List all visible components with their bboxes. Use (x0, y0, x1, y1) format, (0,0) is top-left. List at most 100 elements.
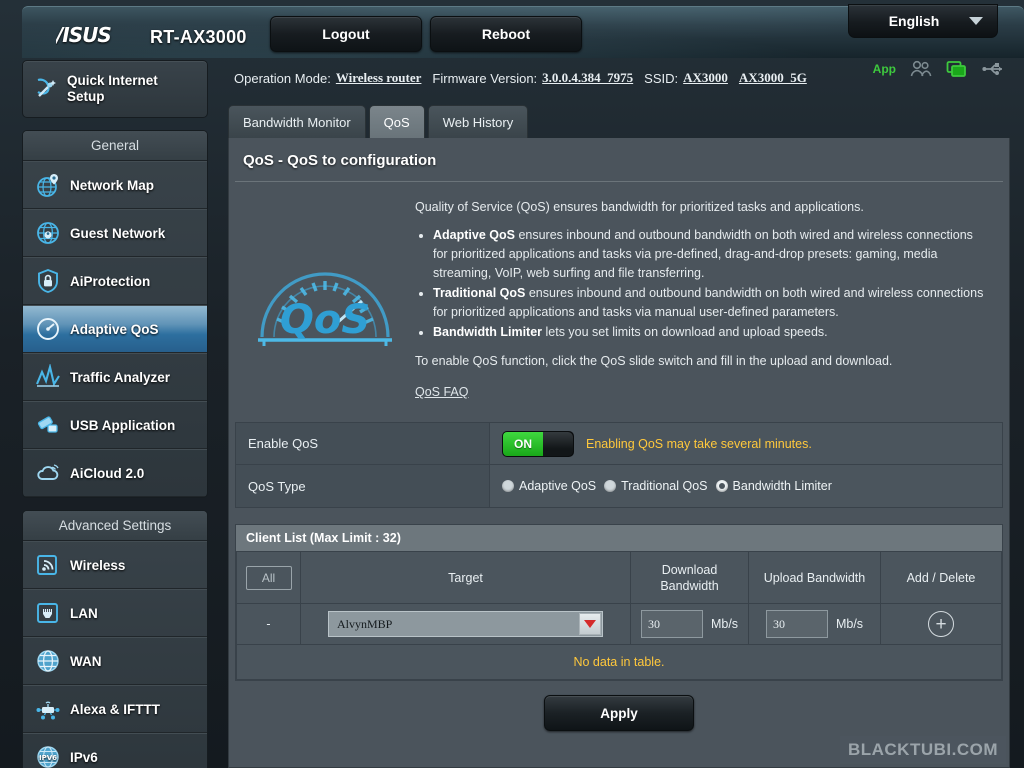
radio-label: Adaptive QoS (519, 479, 597, 493)
sidebar-item-quick-internet-setup[interactable]: Quick Internet Setup (22, 60, 208, 118)
radio-dot-icon (604, 480, 617, 492)
sidebar-label: Wireless (70, 557, 126, 573)
sidebar-item-aicloud[interactable]: AiCloud 2.0 (23, 449, 207, 497)
sidebar-item-guest-network[interactable]: Guest Network (23, 209, 207, 257)
client-list-table: All Target Download Bandwidth Upload Ban… (236, 551, 1002, 645)
target-select[interactable]: AlvynMBP (328, 611, 603, 637)
bullet-text: lets you set limits on download and uplo… (542, 325, 828, 339)
row-enable-qos: Enable QoS ON Enabling QoS may take seve… (236, 423, 1002, 465)
svg-text:/ISUS: /ISUS (56, 25, 111, 45)
sidebar-label: LAN (70, 605, 98, 621)
tab-bandwidth-monitor[interactable]: Bandwidth Monitor (228, 105, 366, 138)
logout-button[interactable]: Logout (270, 16, 422, 52)
usb-icon[interactable] (982, 60, 1004, 78)
all-button[interactable]: All (245, 565, 292, 590)
sidebar-label: AiCloud 2.0 (70, 465, 145, 481)
plus-circle-icon[interactable]: + (928, 611, 954, 637)
sidebar-label: IPv6 (70, 749, 98, 765)
tab-web-history[interactable]: Web History (427, 105, 529, 138)
toggle-on-label: ON (503, 431, 543, 456)
radio-traditional-qos[interactable]: Traditional QoS (604, 479, 708, 493)
shield-lock-icon (38, 268, 58, 293)
sidebar-item-wan[interactable]: WAN (23, 637, 207, 685)
enable-qos-controls: ON Enabling QoS may take several minutes… (490, 423, 1002, 464)
ssid-5ghz-value[interactable]: AX3000_5G (739, 70, 807, 86)
dropdown-arrow-button[interactable] (579, 613, 601, 635)
gauge-icon (37, 318, 59, 340)
download-unit: Mb/s (710, 617, 739, 631)
watermark: BLACKTUBI.COM (839, 736, 1006, 764)
sidebar-label: Network Map (70, 177, 155, 193)
toggle-knob (543, 431, 573, 456)
qos-type-options: Adaptive QoS Traditional QoS Bandwidth L… (490, 465, 1002, 507)
users-icon[interactable] (910, 60, 932, 78)
radio-dot-icon (502, 480, 514, 492)
sidebar-item-alexa-ifttt[interactable]: Alexa & IFTTT (23, 685, 207, 733)
sidebar-label: Alexa & IFTTT (70, 701, 161, 717)
description-bullets: Adaptive QoS ensures inbound and outboun… (433, 226, 985, 342)
bullet-traditional-qos: Traditional QoS ensures inbound and outb… (433, 284, 985, 322)
svg-text:IPV6: IPV6 (39, 754, 57, 762)
row-qos-type: QoS Type Adaptive QoS Traditional QoS Ba… (236, 465, 1002, 507)
apply-button[interactable]: Apply (544, 695, 694, 731)
monitor-screen-icon[interactable] (946, 60, 968, 78)
sidebar-label: Guest Network (70, 225, 166, 241)
ipv6-icon: IPV6 (37, 746, 59, 768)
radio-label: Traditional QoS (621, 479, 708, 493)
apply-button-wrap: Apply (229, 695, 1009, 731)
globe-icon (37, 650, 59, 672)
tab-bar: Bandwidth Monitor QoS Web History (224, 98, 1010, 138)
radio-bandwidth-limiter[interactable]: Bandwidth Limiter (715, 479, 832, 493)
ssid-24ghz-value[interactable]: AX3000 (683, 70, 728, 86)
qos-panel: QoS - QoS to configuration QoS Quality o… (228, 138, 1010, 768)
wireless-icon (37, 555, 57, 575)
bullet-bandwidth-limiter: Bandwidth Limiter lets you set limits on… (433, 323, 985, 342)
usb-application-icon (37, 416, 58, 433)
cell-add-delete: + (880, 603, 1002, 645)
sidebar-item-adaptive-qos[interactable]: Adaptive QoS (23, 305, 207, 353)
sidebar-item-wireless[interactable]: Wireless (23, 541, 207, 589)
router-model: RT-AX3000 (150, 27, 247, 47)
reboot-button[interactable]: Reboot (430, 16, 582, 52)
main-content: Bandwidth Monitor QoS Web History QoS - … (224, 98, 1010, 768)
upload-unit: Mb/s (835, 617, 864, 631)
target-cell-wrap: AlvynMBP (307, 611, 624, 637)
chevron-down-icon (969, 17, 983, 25)
cell-row-index: - (236, 603, 301, 645)
sidebar-item-lan[interactable]: LAN (23, 589, 207, 637)
alexa-ifttt-icon (36, 701, 60, 720)
ssid-label: SSID: (644, 70, 679, 86)
bullet-term: Bandwidth Limiter (433, 325, 543, 339)
asus-logo: /ISUS (54, 23, 144, 51)
qis-line-1: Quick Internet (67, 73, 158, 88)
sidebar-item-network-map[interactable]: Network Map (23, 161, 207, 209)
th-target: Target (300, 551, 631, 604)
app-link[interactable]: App (873, 62, 896, 76)
description-note: To enable QoS function, click the QoS sl… (415, 354, 893, 368)
radio-adaptive-qos[interactable]: Adaptive QoS (502, 479, 596, 493)
download-bandwidth-input[interactable] (640, 610, 703, 638)
sidebar-label: Adaptive QoS (70, 321, 159, 337)
qos-description: Quality of Service (QoS) ensures bandwid… (415, 198, 999, 402)
cloud-icon (37, 464, 59, 480)
bullet-text: ensures inbound and outbound bandwidth o… (433, 228, 973, 280)
qos-settings-table: Enable QoS ON Enabling QoS may take seve… (235, 422, 1003, 508)
asus-logo-mark: /ISUS (54, 23, 112, 47)
language-selector[interactable]: English (848, 4, 998, 38)
sidebar-item-aiprotection[interactable]: AiProtection (23, 257, 207, 305)
qos-warning-text: Enabling QoS may take several minutes. (586, 436, 812, 451)
sidebar-general-header: General (23, 131, 207, 161)
sidebar-item-traffic-analyzer[interactable]: Traffic Analyzer (23, 353, 207, 401)
tab-qos[interactable]: QoS (368, 105, 425, 138)
upload-bandwidth-input[interactable] (765, 610, 828, 638)
table-header-row: All Target Download Bandwidth Upload Ban… (236, 551, 1002, 604)
qos-faq-link[interactable]: QoS FAQ (415, 383, 985, 402)
radio-dot-selected-icon (715, 480, 728, 492)
table-row: - AlvynMBP 30 Mb/s 30 Mb/s + (236, 603, 1002, 645)
sidebar-item-ipv6[interactable]: IPV6 IPv6 (23, 733, 207, 768)
client-list-section: Client List (Max Limit : 32) All Target … (235, 524, 1003, 681)
enable-qos-toggle[interactable]: ON (502, 430, 574, 457)
firmware-value[interactable]: 3.0.0.4.384_7975 (542, 70, 633, 86)
operation-mode-value[interactable]: Wireless router (336, 70, 422, 86)
sidebar-item-usb-application[interactable]: USB Application (23, 401, 207, 449)
